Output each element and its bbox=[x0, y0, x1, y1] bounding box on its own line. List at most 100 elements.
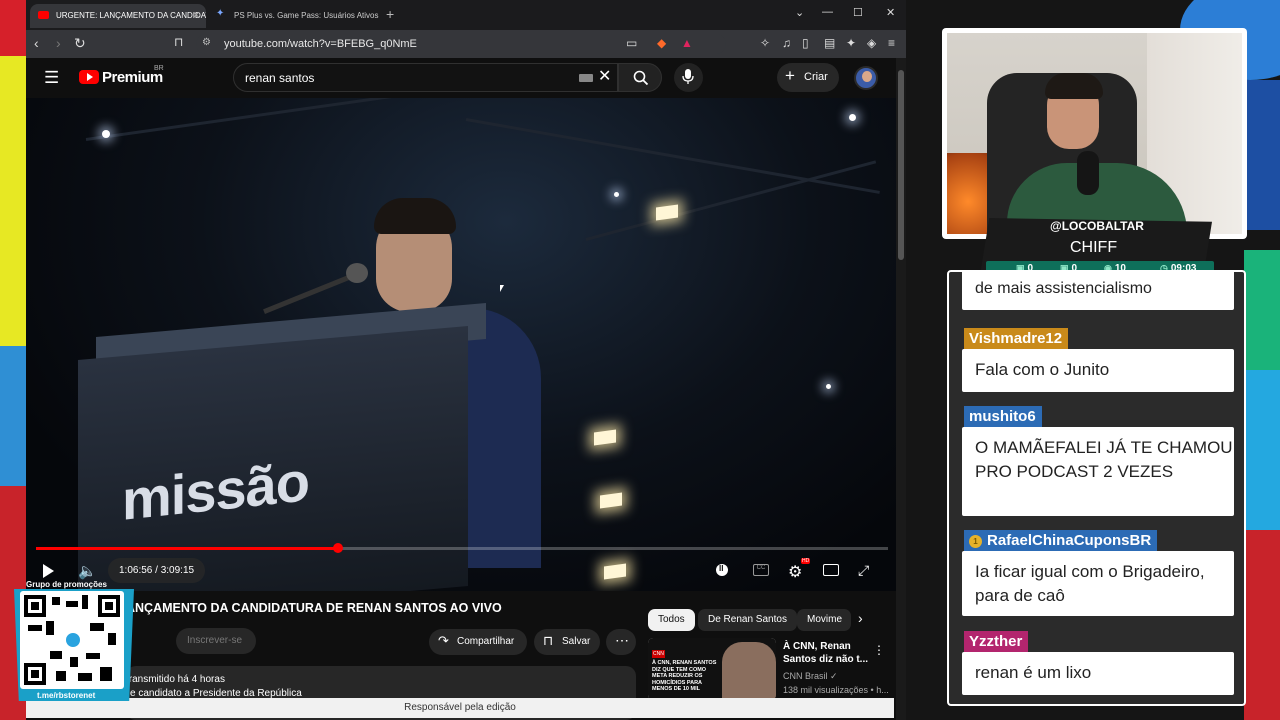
maximize-icon[interactable]: ☐ bbox=[853, 6, 863, 19]
vpn-icon[interactable]: ◈ bbox=[867, 36, 876, 50]
fullscreen-icon[interactable]: ⤢ bbox=[858, 562, 869, 579]
search-input[interactable]: renan santos bbox=[233, 63, 618, 92]
search-button[interactable] bbox=[618, 63, 662, 92]
save-button[interactable]: ⊓ Salvar bbox=[534, 629, 600, 655]
avatar[interactable] bbox=[854, 66, 878, 90]
scrubber-handle[interactable] bbox=[332, 543, 343, 553]
youtube-logo-icon[interactable] bbox=[79, 70, 99, 84]
progress-played bbox=[36, 547, 338, 550]
streamer-name: CHIFF bbox=[1070, 239, 1118, 256]
share-button[interactable]: ↷ Compartilhar bbox=[429, 629, 527, 655]
recommendation-thumbnail[interactable]: CNN À CNN, RENAN SANTOS DIZ QUE TEM COMO… bbox=[648, 638, 776, 700]
chat-message: renan é um lixo bbox=[962, 652, 1234, 695]
search-icon bbox=[633, 70, 649, 86]
save-label: Salvar bbox=[562, 636, 591, 647]
youtube-favicon-icon bbox=[38, 11, 49, 19]
new-tab-icon[interactable]: + bbox=[386, 6, 394, 22]
chip-all[interactable]: Todos bbox=[648, 609, 695, 631]
share-label: Compartilhar bbox=[457, 636, 515, 647]
back-icon[interactable]: ‹ bbox=[34, 35, 39, 51]
create-label: Criar bbox=[804, 71, 828, 83]
tab-title: URGENTE: LANÇAMENTO DA CANDIDATURA bbox=[56, 11, 206, 20]
chat-username: 1 RafaelChinaCuponsBR bbox=[964, 530, 1158, 552]
qr-promo-overlay: Grupo de promoções t.me/rbstorenet bbox=[14, 580, 134, 702]
autoplay-toggle-icon[interactable] bbox=[716, 564, 728, 576]
gemini-favicon-icon: ✦ bbox=[216, 8, 225, 19]
close-tab-icon[interactable]: ✕ bbox=[192, 10, 200, 21]
qr-label: Grupo de promoções bbox=[26, 580, 107, 589]
subtitles-icon[interactable]: CC bbox=[753, 564, 769, 576]
youtube-page: ☰ Premium BR renan santos ✕ + Criar miss… bbox=[26, 58, 898, 720]
reload-icon[interactable]: ↻ bbox=[74, 35, 86, 52]
scrollbar-thumb[interactable] bbox=[898, 70, 904, 260]
tab-youtube[interactable]: URGENTE: LANÇAMENTO DA CANDIDATURA ✕ bbox=[30, 4, 206, 28]
mouse-cursor-icon bbox=[500, 285, 504, 292]
hd-badge: HD bbox=[801, 558, 811, 564]
chat-message: Ia ficar igual com o Brigadeiro, para de… bbox=[962, 551, 1234, 616]
address-bar[interactable]: ⚙ youtube.com/watch?v=BFEBG_q0NmE bbox=[196, 34, 726, 54]
create-button[interactable]: + Criar bbox=[777, 63, 839, 92]
tab-gemini[interactable]: ✦ PS Plus vs. Game Pass: Usuários Ativos… bbox=[208, 4, 380, 28]
wallet-icon[interactable]: ▤ bbox=[824, 36, 835, 50]
logo-country: BR bbox=[154, 65, 164, 72]
cast-icon[interactable]: ▭ bbox=[626, 36, 637, 50]
subscribe-button[interactable]: Inscrever-se bbox=[176, 628, 256, 654]
microphone-icon bbox=[682, 69, 694, 84]
qr-url: t.me/rbstorenet bbox=[37, 691, 96, 700]
chat-username: Vishmadre12 bbox=[964, 328, 1069, 350]
thumb-badge: CNN bbox=[652, 650, 665, 658]
extensions-icon[interactable]: ✧ bbox=[760, 36, 770, 50]
tab-strip: URGENTE: LANÇAMENTO DA CANDIDATURA ✕ ✦ P… bbox=[26, 0, 906, 30]
recommendation-channel[interactable]: CNN Brasil ✓ bbox=[783, 671, 838, 682]
tab-list-icon[interactable]: ⌄ bbox=[795, 6, 804, 19]
settings-gear-icon[interactable]: ⚙ bbox=[788, 562, 802, 582]
clear-search-icon[interactable]: ✕ bbox=[598, 66, 611, 86]
voice-search-button[interactable] bbox=[674, 63, 703, 92]
video-frame: missão bbox=[26, 98, 898, 591]
keyboard-icon[interactable] bbox=[579, 74, 593, 82]
more-actions-icon[interactable]: ⋯ bbox=[606, 629, 636, 655]
minimize-icon[interactable]: — bbox=[822, 6, 833, 18]
play-icon[interactable] bbox=[43, 564, 54, 578]
close-window-icon[interactable]: ✕ bbox=[886, 6, 895, 19]
forward-icon[interactable]: › bbox=[56, 35, 61, 51]
coin-badge-icon: 1 bbox=[969, 535, 982, 548]
chat-username: Yzzther bbox=[964, 631, 1029, 653]
chat-message: Fala com o Junito bbox=[962, 349, 1234, 392]
telegram-icon bbox=[64, 631, 82, 649]
recommendation-title[interactable]: À CNN, Renan Santos diz não t... bbox=[783, 640, 869, 666]
toolbar: ‹ › ↻ ⊓ ⚙ youtube.com/watch?v=BFEBG_q0Nm… bbox=[26, 30, 906, 58]
menu-icon[interactable]: ≡ bbox=[888, 36, 895, 50]
share-icon: ↷ bbox=[438, 633, 449, 648]
theater-mode-icon[interactable] bbox=[823, 564, 839, 576]
video-player[interactable]: missão 🔈 1:06:56 / 3:09:15 CC ⚙ HD ⤢ bbox=[26, 98, 898, 591]
chat-message-partial: de mais assistencialismo bbox=[962, 272, 1234, 310]
notice-bar: Responsável pela edição bbox=[26, 698, 894, 718]
recommendation-views: 138 mil visualizações • h... bbox=[783, 685, 889, 695]
bookmark-icon[interactable]: ⊓ bbox=[174, 35, 183, 49]
media-icon[interactable]: ♫ bbox=[782, 36, 791, 50]
streamer-handle: @LOCOBALTAR bbox=[1050, 219, 1144, 233]
progress-bar[interactable] bbox=[36, 543, 888, 553]
chat-message: O MAMÃEFALEI JÁ TE CHAMOU PRO PODCAST 2 … bbox=[962, 427, 1234, 516]
description-meta: transmitido há 4 horas bbox=[126, 674, 225, 685]
browser-window: URGENTE: LANÇAMENTO DA CANDIDATURA ✕ ✦ P… bbox=[26, 0, 906, 720]
chip-related[interactable]: Movime bbox=[797, 609, 851, 631]
page-scrollbar[interactable] bbox=[896, 58, 906, 720]
chevron-right-icon[interactable]: › bbox=[858, 610, 863, 626]
yt-header: ☰ Premium BR renan santos ✕ + Criar bbox=[26, 58, 898, 98]
guide-menu-icon[interactable]: ☰ bbox=[44, 68, 59, 88]
brave-shield-icon[interactable]: ◆ bbox=[657, 36, 666, 50]
qr-code bbox=[20, 591, 124, 689]
tab-title: PS Plus vs. Game Pass: Usuários Ativos -… bbox=[234, 11, 380, 20]
site-info-icon[interactable]: ⚙ bbox=[202, 37, 211, 48]
more-vert-icon[interactable]: ⋮ bbox=[873, 643, 885, 657]
chip-channel[interactable]: De Renan Santos bbox=[698, 609, 797, 631]
video-title: ANÇAMENTO DA CANDIDATURA DE RENAN SANTOS… bbox=[126, 601, 502, 615]
volume-icon[interactable]: 🔈 bbox=[78, 562, 97, 580]
webcam-feed bbox=[947, 33, 1242, 234]
sidebar-icon[interactable]: ▯ bbox=[802, 36, 809, 50]
thumb-text: À CNN, RENAN SANTOS DIZ QUE TEM COMO MET… bbox=[652, 660, 717, 692]
brave-rewards-icon[interactable]: ▲ bbox=[681, 36, 693, 50]
leo-ai-icon[interactable]: ✦ bbox=[846, 36, 856, 50]
